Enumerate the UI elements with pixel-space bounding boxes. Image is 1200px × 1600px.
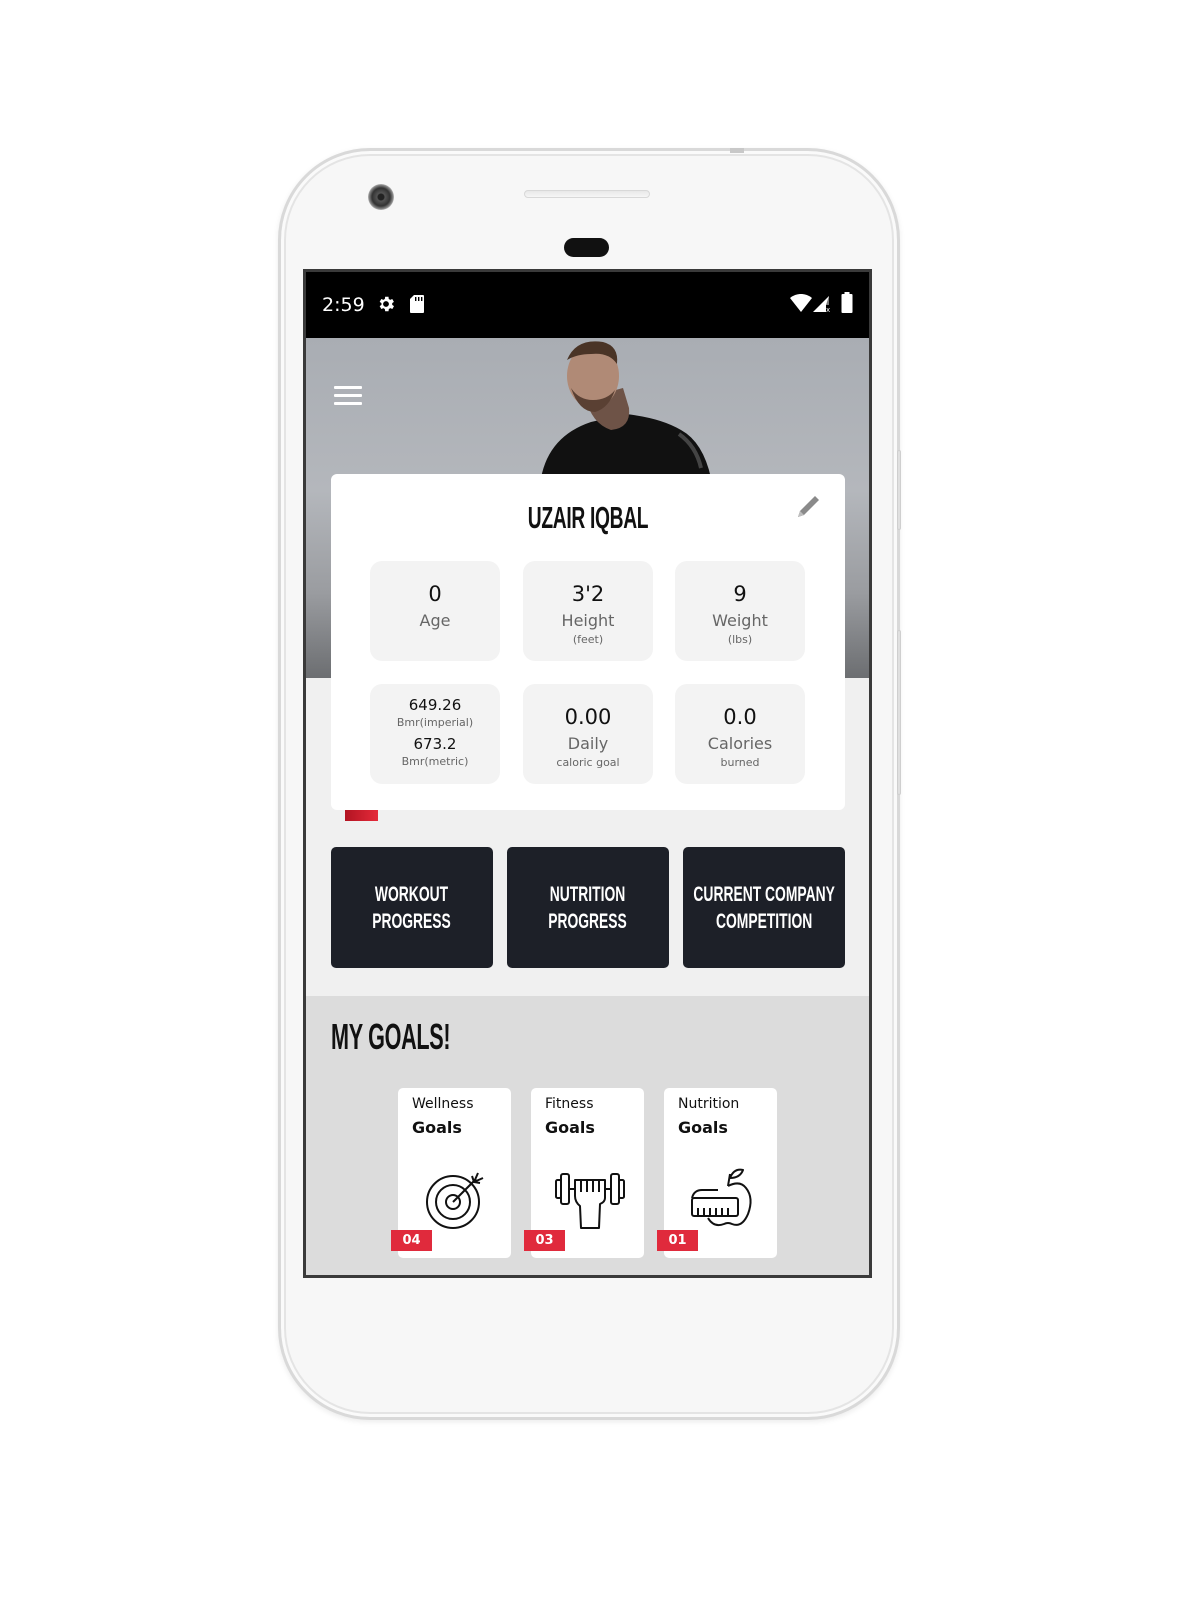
goal-line1: Fitness xyxy=(545,1096,594,1112)
stat-age: 0 Age xyxy=(370,561,500,661)
weight-value: 9 xyxy=(733,582,747,606)
bmr-metric-value: 673.2 xyxy=(413,735,457,753)
my-goals-section: MY GOALS! Wellness Goals 04 Fitness Goal… xyxy=(306,996,869,1275)
fitness-goals-card[interactable]: Fitness Goals 03 xyxy=(524,1088,644,1258)
calories-value: 0.0 xyxy=(723,705,757,729)
hamburger-menu-icon[interactable] xyxy=(334,386,362,408)
pencil-icon[interactable] xyxy=(793,492,823,522)
daily-value: 0.00 xyxy=(564,705,612,729)
phone-top-button xyxy=(730,148,744,153)
height-value: 3'2 xyxy=(571,582,605,606)
workout-progress-button[interactable]: WORKOUT PROGRESS xyxy=(331,847,493,968)
dumbbell-icon xyxy=(555,1173,625,1229)
button-label-line2: PROGRESS xyxy=(372,909,452,933)
goal-count-badge: 01 xyxy=(657,1230,698,1251)
goal-line1: Nutrition xyxy=(678,1096,740,1112)
goal-line2: Goals xyxy=(545,1118,595,1137)
front-camera xyxy=(368,184,394,210)
stat-bmr: 649.26 Bmr(imperial) 673.2 Bmr(metric) xyxy=(370,684,500,784)
daily-label: Daily xyxy=(567,734,609,753)
status-time: 2:59 xyxy=(322,294,365,316)
goals-title: MY GOALS! xyxy=(331,1016,451,1057)
button-label-line2: PROGRESS xyxy=(548,909,628,933)
weight-unit: (lbs) xyxy=(727,633,753,646)
weight-label: Weight xyxy=(712,611,768,630)
stat-daily-caloric-goal: 0.00 Daily caloric goal xyxy=(523,684,653,784)
age-value: 0 xyxy=(428,582,442,606)
goal-line1: Wellness xyxy=(412,1096,474,1112)
bmr-imperial-value: 649.26 xyxy=(408,696,462,714)
wellness-goals-card[interactable]: Wellness Goals 04 xyxy=(391,1088,511,1258)
profile-card: UZAIR IQBAL 0 Age 3'2 Height (feet) 9 We… xyxy=(331,474,845,810)
target-icon xyxy=(426,1172,484,1229)
age-label: Age xyxy=(419,611,451,630)
goal-count-badge: 04 xyxy=(391,1230,432,1251)
proximity-sensor xyxy=(564,238,609,257)
height-unit: (feet) xyxy=(572,633,604,646)
nutrition-progress-button[interactable]: NUTRITION PROGRESS xyxy=(507,847,669,968)
apple-measure-icon xyxy=(691,1168,752,1227)
height-label: Height xyxy=(561,611,615,630)
phone-volume-button xyxy=(897,630,901,795)
stat-height: 3'2 Height (feet) xyxy=(523,561,653,661)
bmr-metric-label: Bmr(metric) xyxy=(401,755,469,768)
gear-icon xyxy=(376,294,396,319)
calories-sub: burned xyxy=(720,756,760,769)
earpiece-speaker xyxy=(524,190,650,198)
wifi-icon xyxy=(790,293,812,317)
profile-name: UZAIR IQBAL xyxy=(527,500,649,535)
status-bar: 2:59 x xyxy=(306,272,869,338)
battery-icon xyxy=(841,292,853,318)
daily-sub: caloric goal xyxy=(556,756,620,769)
button-label-line1: CURRENT COMPANY xyxy=(693,882,835,906)
sd-card-icon xyxy=(409,294,425,319)
goal-count-badge: 03 xyxy=(524,1230,565,1251)
calories-label: Calories xyxy=(707,734,773,753)
stat-weight: 9 Weight (lbs) xyxy=(675,561,805,661)
phone-screen: 2:59 x UZAIR IQBAL 0 Age 3'2 Height (fee… xyxy=(303,269,872,1278)
company-competition-button[interactable]: CURRENT COMPANY COMPETITION xyxy=(683,847,845,968)
signal-icon: x xyxy=(813,294,831,317)
svg-text:x: x xyxy=(826,306,830,312)
nutrition-goals-card[interactable]: Nutrition Goals 01 xyxy=(657,1088,777,1258)
goal-line2: Goals xyxy=(412,1118,462,1137)
bmr-imperial-label: Bmr(imperial) xyxy=(396,716,474,729)
button-label-line2: COMPETITION xyxy=(715,909,813,933)
goal-line2: Goals xyxy=(678,1118,728,1137)
profile-cover-photo xyxy=(541,341,711,478)
button-label-line1: NUTRITION xyxy=(550,882,626,906)
red-accent-tab xyxy=(345,810,378,821)
phone-side-button xyxy=(897,450,901,530)
stat-calories-burned: 0.0 Calories burned xyxy=(675,684,805,784)
button-label-line1: WORKOUT xyxy=(375,882,449,906)
